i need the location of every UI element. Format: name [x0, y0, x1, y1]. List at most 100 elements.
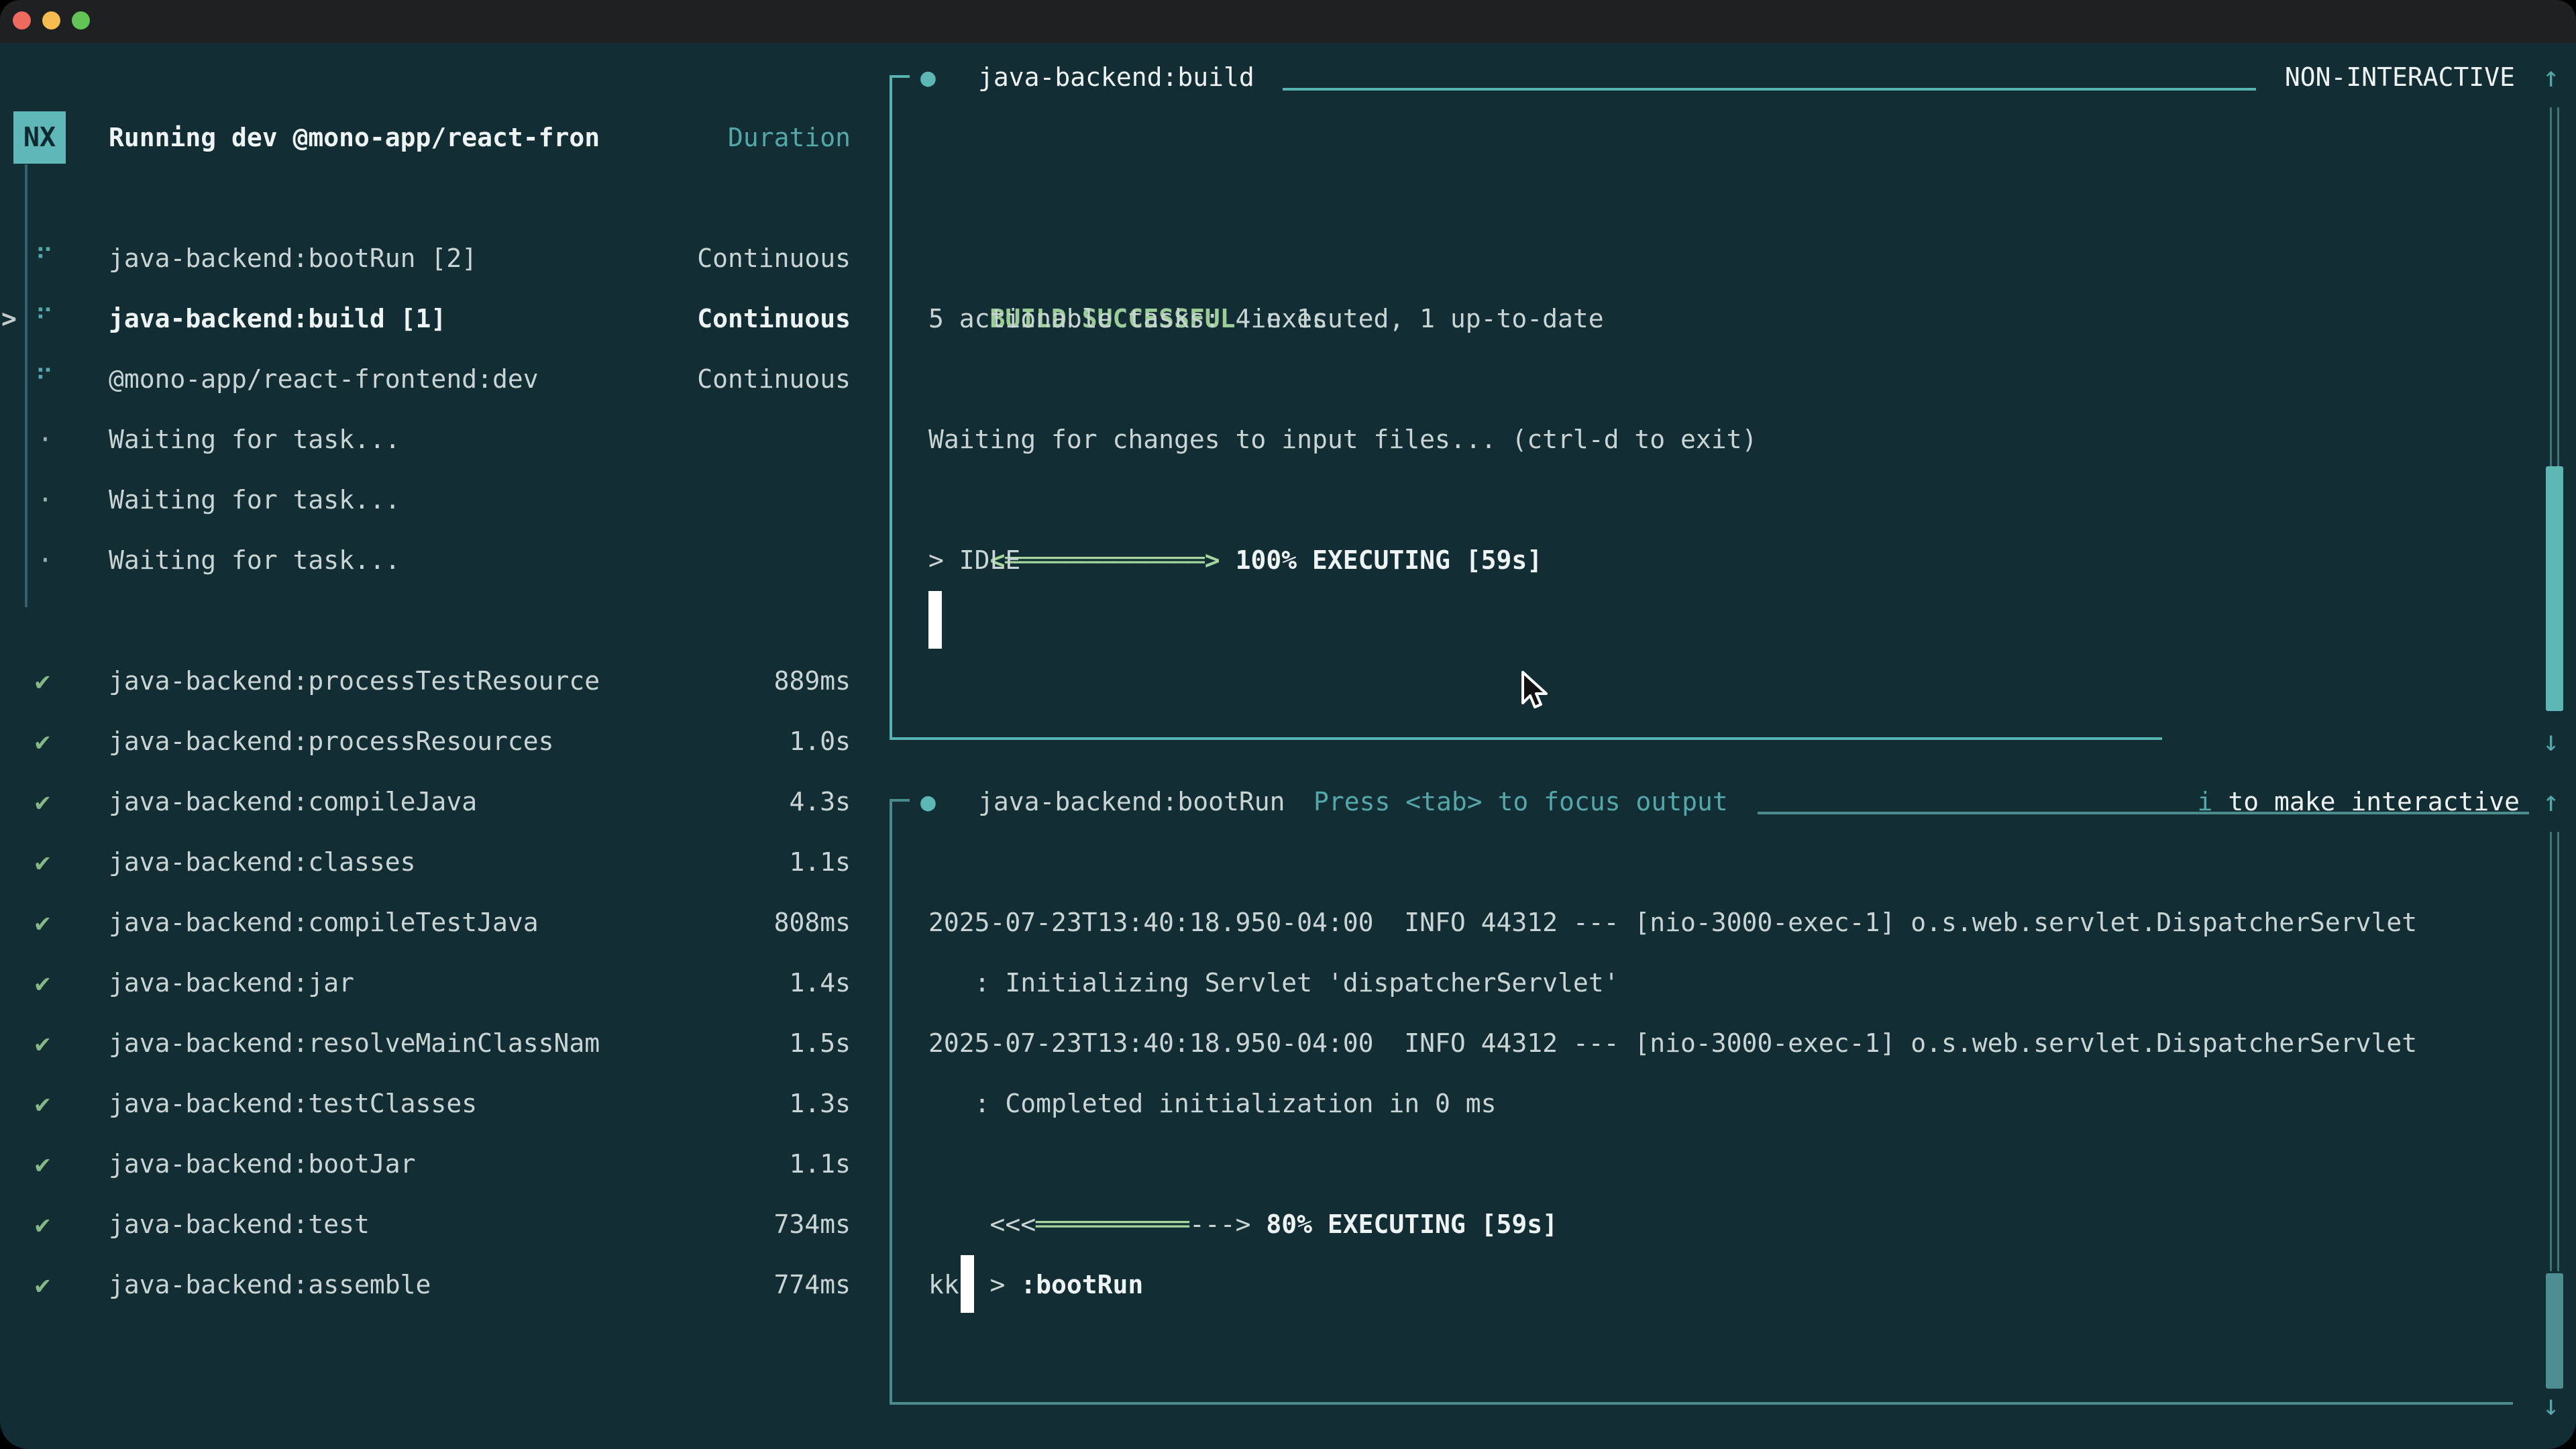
task-duration: 734ms — [774, 1194, 851, 1254]
check-icon: ✔ — [35, 711, 50, 771]
keyboard-hints: quit: q help: ? — [543, 1375, 851, 1436]
bootrun-panel-bullet-icon: ● — [920, 771, 936, 832]
mouse-pointer-icon — [1517, 671, 1558, 714]
build-panel-border-bottom — [890, 737, 2162, 740]
task-status: Continuous — [697, 288, 851, 349]
task-row[interactable]: Waiting for task... — [109, 530, 400, 590]
task-duration: 4.3s — [789, 771, 851, 832]
task-duration: 1.1s — [789, 832, 851, 892]
task-duration: 1.5s — [789, 1013, 851, 1073]
scrollbar-track[interactable] — [2550, 832, 2552, 1271]
check-icon: ✔ — [35, 1194, 50, 1254]
scroll-up-icon[interactable]: ↑ — [2542, 771, 2559, 832]
window-titlebar — [0, 0, 2576, 43]
task-row[interactable]: java-backend:processResources — [109, 711, 553, 771]
task-row[interactable]: java-backend:compileJava — [109, 771, 477, 832]
build-success-line: BUILD SUCCESSFUL in 1s — [928, 228, 1328, 288]
build-progress-line: <═════════════> 100% EXECUTING [59s] — [928, 470, 1542, 530]
scrollbar-thumb[interactable] — [2546, 1273, 2563, 1389]
minimize-button-icon[interactable] — [42, 11, 60, 30]
bootrun-progress-label: 80% EXECUTING [59s] — [1250, 1210, 1558, 1239]
task-duration: 889ms — [774, 651, 851, 711]
build-panel-border-left — [890, 75, 892, 740]
waiting-dot-icon: · — [38, 530, 53, 590]
check-icon: ✔ — [35, 892, 50, 953]
task-row[interactable]: Waiting for task... — [109, 470, 400, 530]
selected-task-marker: > — [1, 288, 17, 349]
sidebar-title: Running dev @mono-app/react-fron — [109, 107, 600, 168]
check-icon: ✔ — [35, 651, 50, 711]
prompt-prefix: > — [990, 1270, 1021, 1299]
non-interactive-badge: NON-INTERACTIVE — [2285, 47, 2515, 107]
check-icon: ✔ — [35, 1254, 50, 1315]
bootrun-progress-line: <<<══════════---> 80% EXECUTING [59s] — [928, 1134, 1558, 1194]
check-icon: ✔ — [35, 953, 50, 1013]
spinner-icon: ⠋ — [35, 349, 54, 409]
nx-logo: NX — [13, 111, 66, 164]
task-duration: 1.3s — [789, 1073, 851, 1134]
spinner-icon: ⠋ — [35, 228, 54, 288]
waiting-changes-line: Waiting for changes to input files... (c… — [928, 409, 1757, 470]
task-duration: 1.0s — [789, 711, 851, 771]
task-duration: 1.1s — [789, 1134, 851, 1194]
check-icon: ✔ — [35, 1073, 50, 1134]
task-row[interactable]: java-backend:jar — [109, 953, 354, 1013]
terminal-window: NX Running dev @mono-app/react-fron Dura… — [0, 0, 2576, 1449]
idle-line: > IDLE — [928, 530, 1020, 590]
task-row[interactable]: java-backend:testClasses — [109, 1073, 477, 1134]
actionable-tasks-line: 5 actionable tasks: 4 executed, 1 up-to-… — [928, 288, 1604, 349]
bootrun-panel-border-stub — [890, 799, 910, 802]
build-panel-title[interactable]: java-backend:build — [978, 47, 1254, 107]
build-panel-bullet-icon: ● — [920, 47, 936, 107]
build-terminal-cursor — [928, 591, 942, 649]
pagination: ← 1/2 → — [23, 1375, 192, 1436]
task-row[interactable]: java-backend:test — [109, 1194, 370, 1254]
build-progress-label: 100% EXECUTING [59s] — [1220, 545, 1542, 575]
interactive-hint: i to make interactive — [2136, 711, 2520, 771]
bootrun-terminal-cursor — [961, 1255, 974, 1313]
bootrun-panel-border-left — [890, 799, 892, 1405]
log-line: : Completed initialization in 0 ms — [928, 1073, 1496, 1134]
prompt-task-name: :bootRun — [1020, 1270, 1143, 1299]
close-button-icon[interactable] — [13, 11, 31, 30]
duration-column-header: Duration — [728, 107, 851, 168]
bootrun-prompt-line: > :bootRun — [928, 1194, 1143, 1254]
task-row[interactable]: java-backend:processTestResource — [109, 651, 600, 711]
task-row[interactable]: Waiting for task... — [109, 409, 400, 470]
terminal-input-text[interactable]: kk — [928, 1254, 959, 1315]
spinner-icon: ⠋ — [35, 288, 54, 349]
task-row[interactable]: java-backend:resolveMainClassNam — [109, 1013, 600, 1073]
scrollbar-thumb[interactable] — [2546, 466, 2563, 711]
task-row[interactable]: @mono-app/react-frontend:dev — [109, 349, 539, 409]
bootrun-panel-title-rule — [1758, 812, 2529, 814]
bootrun-progress-tail: ---> — [1189, 1210, 1251, 1239]
task-status: Continuous — [697, 349, 851, 409]
scroll-down-icon[interactable]: ↓ — [2542, 711, 2559, 771]
task-duration: 774ms — [774, 1254, 851, 1315]
task-row[interactable]: java-backend:assemble — [109, 1254, 431, 1315]
build-panel-border-stub — [890, 75, 910, 78]
bootrun-panel-title[interactable]: java-backend:bootRun — [978, 771, 1285, 832]
log-line: 2025-07-23T13:40:18.950-04:00 INFO 44312… — [928, 892, 2417, 953]
check-icon: ✔ — [35, 771, 50, 832]
task-row[interactable]: java-backend:bootJar — [109, 1134, 416, 1194]
check-icon: ✔ — [35, 832, 50, 892]
task-row[interactable]: java-backend:bootRun [2] — [109, 228, 477, 288]
task-status: Continuous — [697, 228, 851, 288]
task-row-selected[interactable]: java-backend:build [1] — [109, 288, 446, 349]
check-icon: ✔ — [35, 1134, 50, 1194]
maximize-button-icon[interactable] — [72, 11, 90, 30]
scrollbar-track[interactable] — [2557, 832, 2559, 1271]
task-row[interactable]: java-backend:classes — [109, 832, 416, 892]
task-tree-line — [25, 164, 28, 607]
bootrun-panel-border-bottom — [890, 1402, 2513, 1405]
build-panel-title-rule — [1283, 88, 2256, 91]
check-icon: ✔ — [35, 1013, 50, 1073]
build-progress-bar: <═════════════> — [990, 545, 1220, 575]
focus-output-hint[interactable]: Press <tab> to focus output — [1313, 771, 1728, 832]
task-duration: 1.4s — [789, 953, 851, 1013]
scroll-up-icon[interactable]: ↑ — [2542, 47, 2559, 107]
task-row[interactable]: java-backend:compileTestJava — [109, 892, 539, 953]
waiting-dot-icon: · — [38, 409, 53, 470]
scroll-down-icon[interactable]: ↓ — [2542, 1375, 2559, 1436]
